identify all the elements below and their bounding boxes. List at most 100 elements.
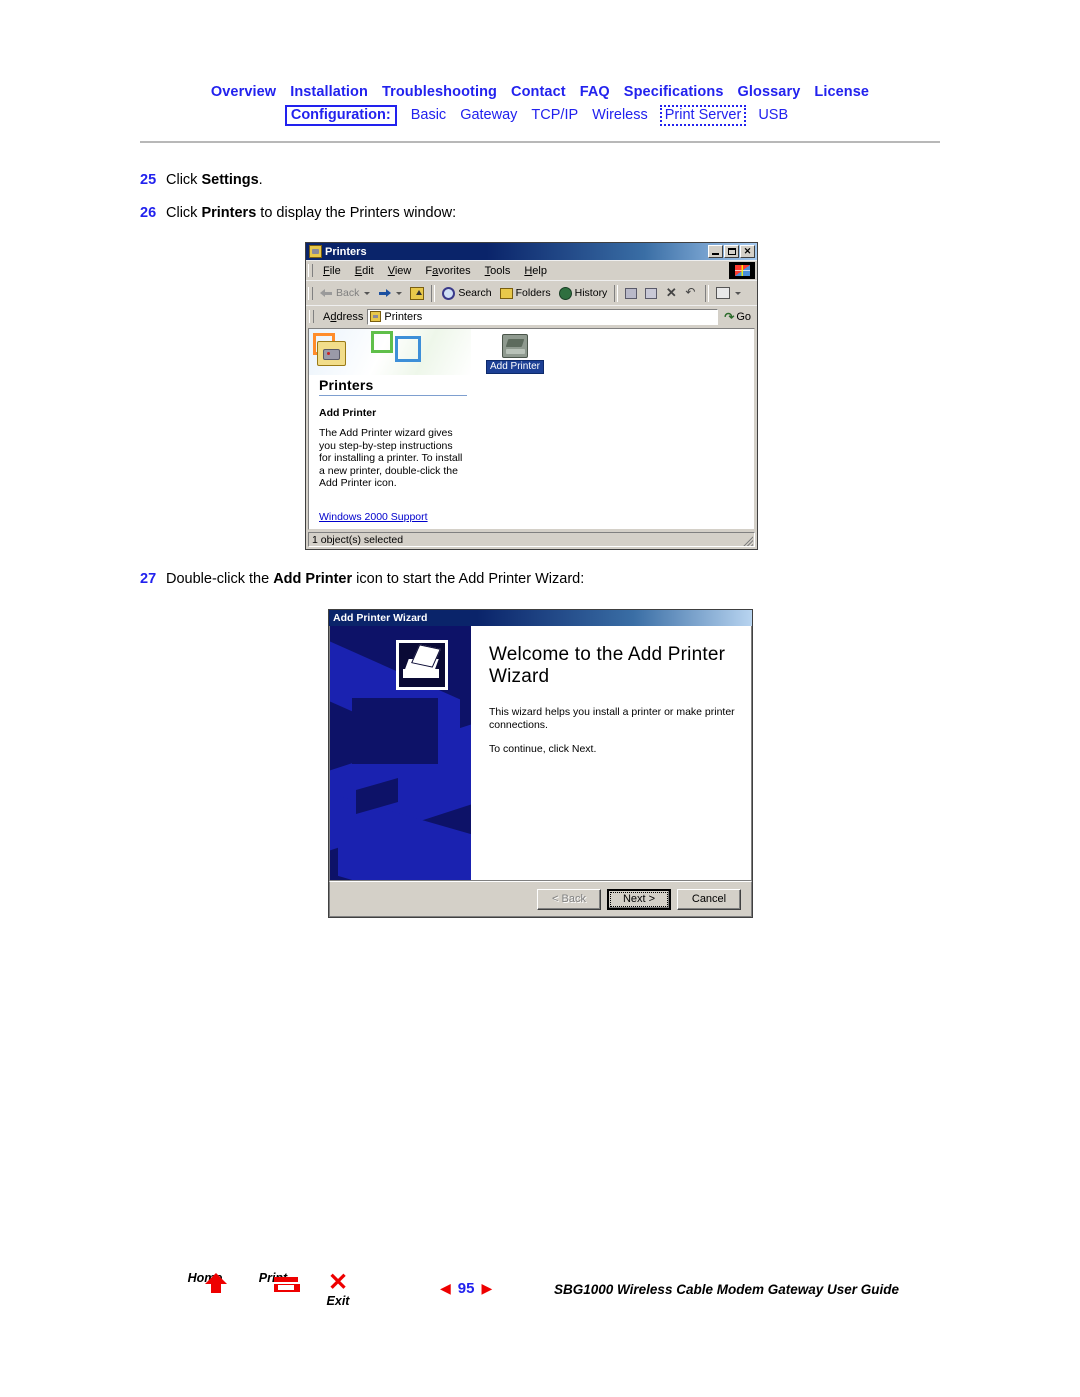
toolbar-grip[interactable] (308, 286, 313, 300)
step-26-text-post: to display the Printers window: (256, 205, 457, 221)
toolbar-forward-button[interactable] (374, 287, 406, 300)
address-input[interactable]: Printers (367, 308, 719, 325)
exit-label: Exit (326, 1294, 350, 1308)
printers-folder-graphic (317, 341, 346, 366)
printers-status-bar: 1 object(s) selected (308, 532, 755, 547)
chevron-down-icon[interactable] (364, 291, 371, 295)
printers-titlebar: Printers ✕ (306, 243, 757, 260)
nav-link-license[interactable]: License (814, 84, 869, 100)
toolbar-back-label: Back (336, 287, 360, 299)
history-icon (558, 286, 572, 300)
nav-link-specifications[interactable]: Specifications (624, 84, 724, 100)
wizard-back-button[interactable]: < Back (537, 888, 601, 910)
up-folder-icon (410, 286, 425, 300)
menu-help[interactable]: Help (517, 264, 554, 278)
nav-link-print-server[interactable]: Print Server (659, 105, 747, 126)
menu-favorites[interactable]: Favorites (418, 264, 477, 278)
folders-icon (499, 287, 513, 299)
home-button[interactable]: Home (175, 1271, 235, 1285)
forward-arrow-icon (378, 288, 392, 299)
printers-panel-heading: Printers (319, 377, 374, 393)
nav-link-usb[interactable]: USB (758, 107, 788, 123)
pagination: ◀ 95 ▶ (440, 1280, 492, 1297)
secondary-nav: Configuration: Basic Gateway TCP/IP Wireless… (0, 105, 1080, 126)
toolbar-views-button[interactable] (712, 286, 745, 300)
toolbar-back-button[interactable]: Back (316, 286, 374, 300)
wizard-titlebar: Add Printer Wizard (329, 610, 752, 626)
step-25-number: 25 (140, 172, 157, 188)
go-label: Go (736, 310, 751, 323)
nav-link-installation[interactable]: Installation (290, 84, 368, 100)
nav-link-basic[interactable]: Basic (411, 107, 446, 123)
nav-link-faq[interactable]: FAQ (580, 84, 610, 100)
wizard-footer: < Back Next > Cancel (329, 881, 752, 917)
add-printer-item[interactable]: Add Printer (483, 334, 547, 374)
toolbar-history-button[interactable]: History (555, 286, 612, 301)
toolbar-undo-button[interactable]: ↶ (681, 286, 702, 300)
wizard-next-button[interactable]: Next > (607, 888, 671, 910)
step-25: 25 Click Settings. (140, 172, 263, 188)
addressbar-grip[interactable] (309, 310, 314, 323)
printers-toolbar: Back Search Folders History ✕ ↶ (306, 280, 757, 305)
toolbar-delete-button[interactable]: ✕ (661, 286, 681, 300)
toolbar-copyto-button[interactable] (641, 287, 661, 300)
toolbar-moveto-button[interactable] (621, 287, 641, 300)
menu-tools[interactable]: Tools (478, 264, 518, 278)
nav-link-overview[interactable]: Overview (211, 84, 276, 100)
menu-file[interactable]: File (316, 264, 348, 278)
exit-button[interactable]: ✕ Exit (308, 1269, 368, 1309)
delete-icon: ✕ (665, 285, 677, 300)
printers-content-area: Printers Add Printer The Add Printer wiz… (308, 328, 755, 530)
minimize-button[interactable] (708, 245, 723, 258)
printers-status-text: 1 object(s) selected (312, 533, 404, 546)
printers-items-pane[interactable]: Add Printer (471, 329, 754, 529)
nav-link-glossary[interactable]: Glossary (738, 84, 801, 100)
printers-menubar: File Edit View Favorites Tools Help (306, 260, 757, 280)
chevron-down-icon[interactable] (735, 291, 742, 295)
maximize-button[interactable] (724, 245, 739, 258)
copy-to-icon (645, 287, 658, 299)
nav-link-contact[interactable]: Contact (511, 84, 566, 100)
step-25-text-pre: Click (166, 172, 202, 188)
header-divider (140, 141, 940, 143)
toolbar-folders-button[interactable]: Folders (496, 286, 555, 300)
printers-panel-subheading: Add Printer (319, 407, 377, 419)
top-navigation: Overview Installation Troubleshooting Conta… (0, 84, 1080, 126)
nav-link-wireless[interactable]: Wireless (592, 107, 648, 123)
wizard-artwork (330, 626, 471, 880)
step-26: 26 Click Printers to display the Printers… (140, 205, 456, 221)
toolbar-separator (614, 284, 619, 302)
nav-link-gateway[interactable]: Gateway (460, 107, 517, 123)
close-button[interactable]: ✕ (740, 245, 755, 258)
wizard-cancel-button[interactable]: Cancel (677, 888, 741, 910)
wizard-cancel-label: Cancel (691, 893, 727, 905)
address-folder-icon (370, 311, 382, 322)
prev-page-icon[interactable]: ◀ (440, 1280, 451, 1297)
toolbar-search-button[interactable]: Search (438, 286, 495, 301)
guide-title: SBG1000 Wireless Cable Modem Gateway Use… (554, 1282, 900, 1297)
artwork-shape (352, 698, 438, 764)
print-button[interactable]: Print (243, 1271, 303, 1290)
nav-link-tcpip[interactable]: TCP/IP (531, 107, 578, 123)
windows-support-link[interactable]: Windows 2000 Support (319, 511, 428, 523)
nav-link-troubleshooting[interactable]: Troubleshooting (382, 84, 497, 100)
page-number: 95 (457, 1280, 475, 1297)
chevron-down-icon[interactable] (396, 291, 403, 295)
windows-logo-icon (729, 262, 755, 279)
step-26-text-pre: Click (166, 205, 202, 221)
toolbar-up-button[interactable] (406, 286, 428, 301)
next-page-icon[interactable]: ▶ (481, 1280, 492, 1297)
menu-view[interactable]: View (381, 264, 419, 278)
toolbar-search-label: Search (458, 287, 492, 299)
menubar-grip[interactable] (308, 264, 313, 277)
primary-nav: Overview Installation Troubleshooting Conta… (0, 84, 1080, 100)
go-button[interactable]: ↷ Go (718, 310, 756, 324)
step-26-text-bold: Printers (201, 205, 257, 221)
configuration-label: Configuration: (284, 105, 397, 126)
resize-grip-icon[interactable] (742, 535, 753, 546)
menu-edit[interactable]: Edit (348, 264, 381, 278)
exit-icon: ✕ (327, 1269, 349, 1296)
printers-folder-icon (309, 245, 322, 258)
search-icon (442, 286, 456, 300)
address-value: Printers (384, 310, 423, 323)
